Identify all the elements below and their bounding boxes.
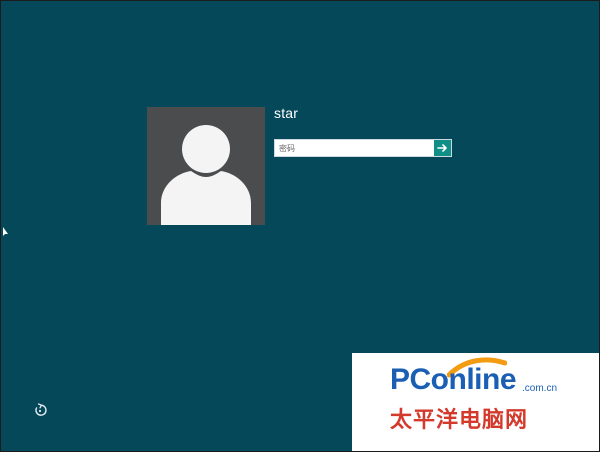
watermark-brand: PConline xyxy=(390,363,517,396)
lock-screen: star PConline .com.cn 太平洋电脑网 xyxy=(0,0,600,452)
user-avatar xyxy=(147,107,265,225)
ease-of-access-icon[interactable] xyxy=(33,403,47,417)
watermark-domain: .com.cn xyxy=(522,383,558,394)
submit-button[interactable] xyxy=(433,140,451,156)
mouse-cursor-icon xyxy=(3,227,8,236)
password-box xyxy=(274,139,452,157)
arrow-right-icon xyxy=(437,144,447,152)
user-name: star xyxy=(274,105,299,121)
watermark: PConline .com.cn 太平洋电脑网 xyxy=(352,353,599,451)
user-silhouette-icon xyxy=(161,125,251,225)
watermark-chinese: 太平洋电脑网 xyxy=(390,408,529,433)
password-input[interactable] xyxy=(275,140,433,156)
